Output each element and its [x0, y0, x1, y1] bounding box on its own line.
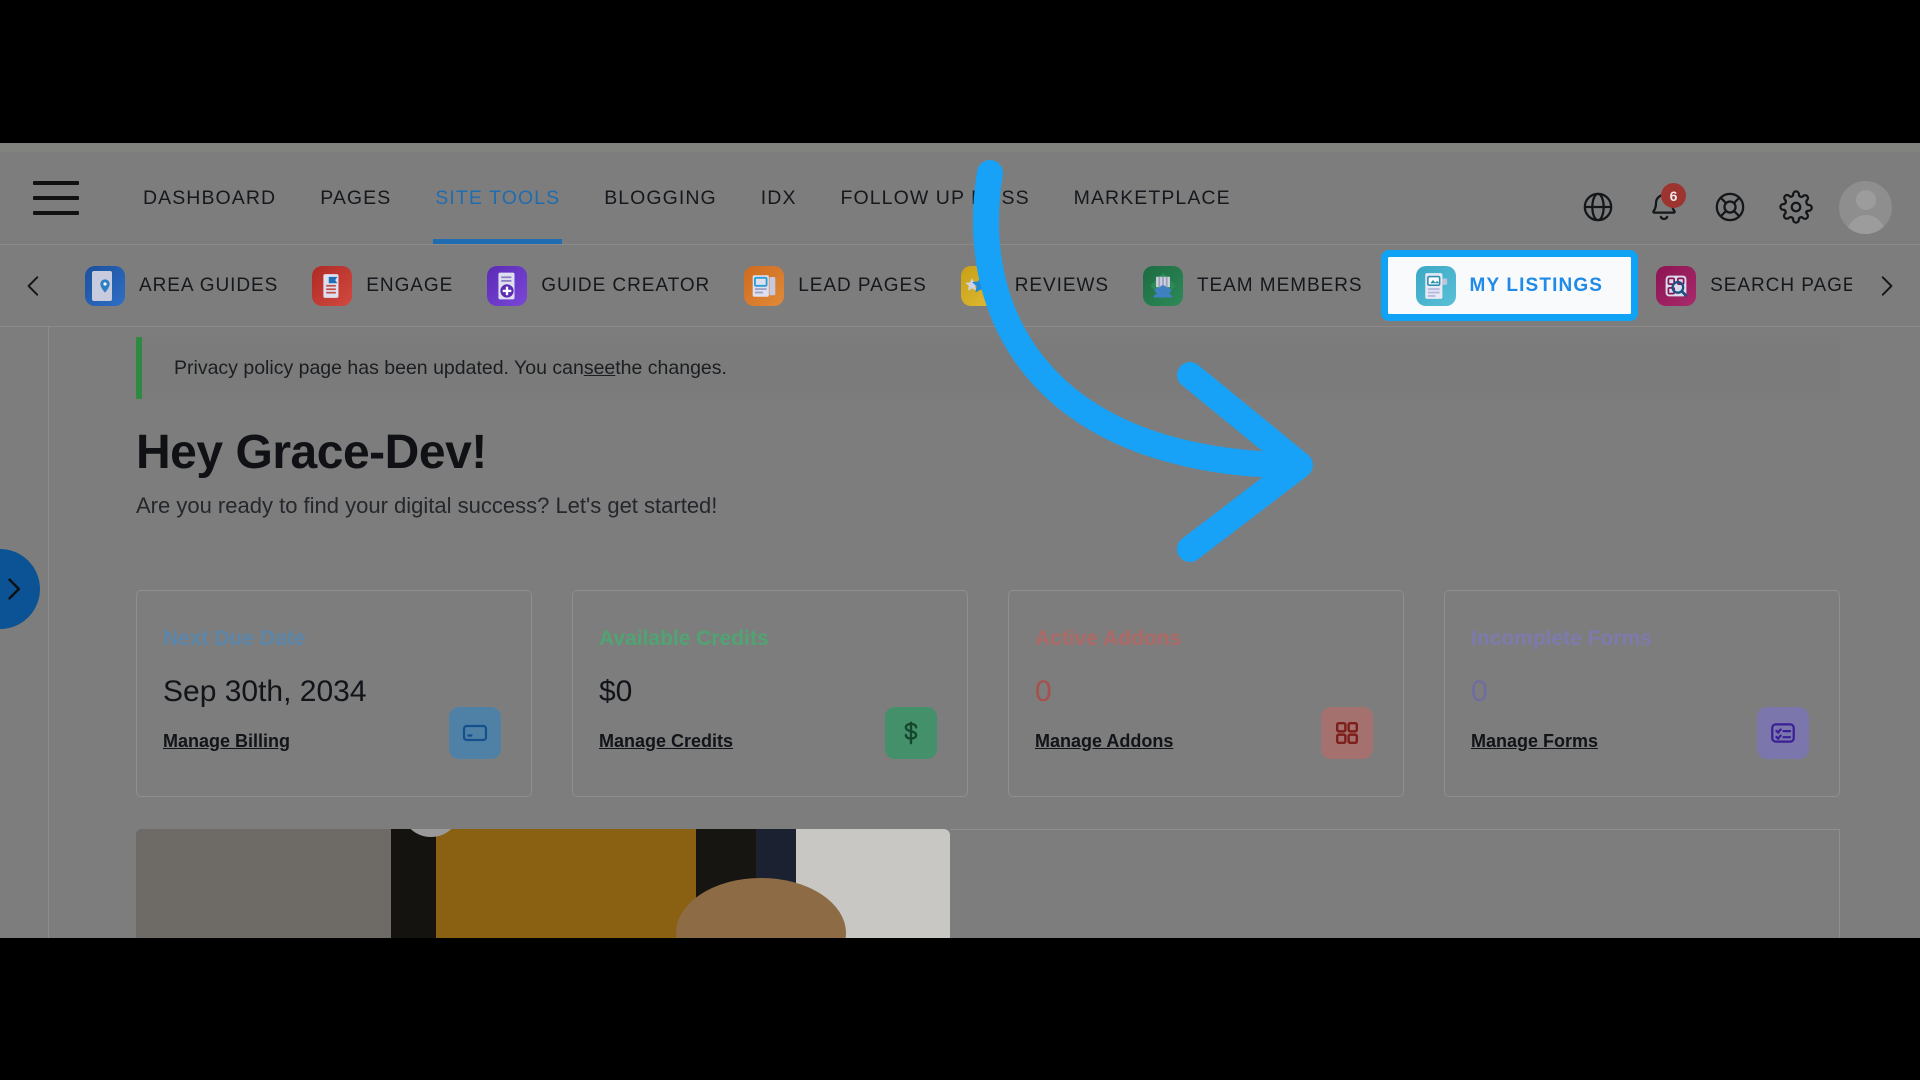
- page-subtitle: Are you ready to find your digital succe…: [136, 492, 718, 518]
- thumb-cabinet: [436, 829, 696, 938]
- stat-cards-row: Next Due Date Sep 30th, 2034 Manage Bill…: [136, 590, 1840, 797]
- nav-item-follow-up-boss[interactable]: FOLLOW UP BOSS: [819, 152, 1052, 244]
- main-navigation: DASHBOARD PAGES SITE TOOLS BLOGGING IDX …: [121, 152, 1253, 244]
- lead-pages-icon: [744, 265, 785, 306]
- main-header: DASHBOARD PAGES SITE TOOLS BLOGGING IDX …: [0, 152, 1920, 244]
- tool-label: REVIEWS: [1014, 274, 1109, 296]
- tool-label: LEAD PAGES: [798, 274, 927, 296]
- avatar-body: [1846, 214, 1885, 234]
- chevron-right-icon[interactable]: [1852, 244, 1920, 327]
- nav-label: BLOGGING: [604, 186, 717, 209]
- avatar-head: [1855, 189, 1876, 210]
- card-value: $0: [599, 675, 633, 708]
- reviews-icon: [960, 265, 1001, 306]
- hamburger-menu-icon[interactable]: [33, 181, 79, 215]
- nav-item-marketplace[interactable]: MARKETPLACE: [1052, 152, 1253, 244]
- tool-lead-pages[interactable]: LEAD PAGES: [727, 244, 943, 327]
- tool-label: TEAM MEMBERS: [1197, 274, 1363, 296]
- privacy-policy-notice: Privacy policy page has been updated. Yo…: [136, 337, 1840, 399]
- tool-reviews[interactable]: REVIEWS: [944, 244, 1126, 327]
- manage-addons-link[interactable]: Manage Addons: [1035, 731, 1173, 752]
- dollar-sign-icon: [885, 707, 937, 759]
- globe-icon[interactable]: [1565, 161, 1631, 253]
- card-value: Sep 30th, 2034: [163, 675, 367, 708]
- checklist-icon: [1757, 707, 1809, 759]
- tool-label: ENGAGE: [366, 274, 454, 296]
- tool-label: AREA GUIDES: [139, 274, 279, 296]
- media-row: [136, 829, 1840, 938]
- nav-item-site-tools[interactable]: SITE TOOLS: [413, 152, 582, 244]
- card-label: Available Credits: [599, 627, 769, 650]
- tools-list: AREA GUIDES ENGAGE GUIDE CREATOR LEAD PA…: [68, 244, 1852, 327]
- notice-text-before: Privacy policy page has been updated. Yo…: [174, 356, 584, 379]
- tool-search-pages[interactable]: SEARCH PAGES: [1639, 244, 1852, 327]
- manage-credits-link[interactable]: Manage Credits: [599, 731, 733, 752]
- card-value: 0: [1471, 675, 1488, 708]
- tool-area-guides[interactable]: AREA GUIDES: [68, 244, 295, 327]
- tool-my-listings[interactable]: MY LISTINGS: [1380, 250, 1639, 321]
- stat-card-active-addons: Active Addons 0 Manage Addons: [1008, 590, 1404, 797]
- bell-icon[interactable]: 6: [1631, 161, 1697, 253]
- media-side-panel: [950, 829, 1840, 938]
- stat-card-incomplete-forms: Incomplete Forms 0 Manage Forms: [1444, 590, 1840, 797]
- letterbox-top: [0, 0, 1920, 143]
- nav-item-blogging[interactable]: BLOGGING: [582, 152, 739, 244]
- card-label: Incomplete Forms: [1471, 627, 1652, 650]
- notice-see-link[interactable]: see: [584, 357, 615, 380]
- nav-item-pages[interactable]: PAGES: [298, 152, 413, 244]
- team-members-icon: [1143, 265, 1183, 306]
- grid-squares-icon: [1321, 707, 1373, 759]
- app-viewport: DASHBOARD PAGES SITE TOOLS BLOGGING IDX …: [0, 143, 1920, 938]
- manage-billing-link[interactable]: Manage Billing: [163, 731, 290, 752]
- tool-label: MY LISTINGS: [1469, 274, 1604, 296]
- greeting-block: Hey Grace-Dev! Are you ready to find you…: [136, 426, 718, 519]
- stat-card-next-due-date: Next Due Date Sep 30th, 2034 Manage Bill…: [136, 590, 532, 797]
- tool-engage[interactable]: ENGAGE: [295, 244, 470, 327]
- header-icon-group: 6: [1565, 161, 1892, 253]
- nav-item-idx[interactable]: IDX: [739, 152, 819, 244]
- tool-guide-creator[interactable]: GUIDE CREATOR: [470, 244, 727, 327]
- stat-card-available-credits: Available Credits $0 Manage Credits: [572, 590, 968, 797]
- nav-label: MARKETPLACE: [1073, 186, 1231, 209]
- credit-card-icon: [449, 707, 501, 759]
- nav-label: IDX: [760, 186, 797, 209]
- manage-forms-link[interactable]: Manage Forms: [1471, 731, 1598, 752]
- gear-icon[interactable]: [1763, 161, 1829, 253]
- sidebar-divider: [48, 327, 49, 938]
- card-value: 0: [1035, 675, 1052, 708]
- chevron-left-icon[interactable]: [0, 244, 68, 327]
- guide-creator-icon: [487, 265, 528, 306]
- thumb-door: [391, 829, 436, 938]
- browser-chrome-strip: [0, 143, 1920, 152]
- nav-label: DASHBOARD: [143, 186, 277, 209]
- avatar[interactable]: [1839, 180, 1892, 234]
- tool-team-members[interactable]: TEAM MEMBERS: [1126, 244, 1380, 327]
- page-title: Hey Grace-Dev!: [136, 426, 487, 479]
- tutorial-video-thumbnail[interactable]: [136, 829, 950, 938]
- letterbox-bottom: [0, 938, 1920, 1080]
- notification-badge: 6: [1661, 183, 1686, 208]
- page-content: Privacy policy page has been updated. Yo…: [0, 327, 1920, 938]
- my-listings-icon: [1415, 265, 1456, 306]
- engage-icon: [312, 265, 353, 306]
- nav-label: PAGES: [320, 186, 392, 209]
- card-label: Active Addons: [1035, 627, 1182, 650]
- nav-label: FOLLOW UP BOSS: [840, 186, 1030, 209]
- nav-item-dashboard[interactable]: DASHBOARD: [121, 152, 298, 244]
- area-guides-icon: [85, 265, 125, 306]
- nav-label: SITE TOOLS: [435, 186, 561, 209]
- notice-text-after: the changes.: [615, 356, 727, 379]
- card-label: Next Due Date: [163, 627, 306, 650]
- tool-label: GUIDE CREATOR: [541, 274, 711, 296]
- tool-label: SEARCH PAGES: [1710, 274, 1852, 296]
- search-pages-icon: [1656, 265, 1697, 306]
- lifebuoy-icon[interactable]: [1697, 161, 1763, 253]
- screenshot-frame: DASHBOARD PAGES SITE TOOLS BLOGGING IDX …: [0, 0, 1920, 1080]
- site-tools-subnav: AREA GUIDES ENGAGE GUIDE CREATOR LEAD PA…: [0, 244, 1920, 327]
